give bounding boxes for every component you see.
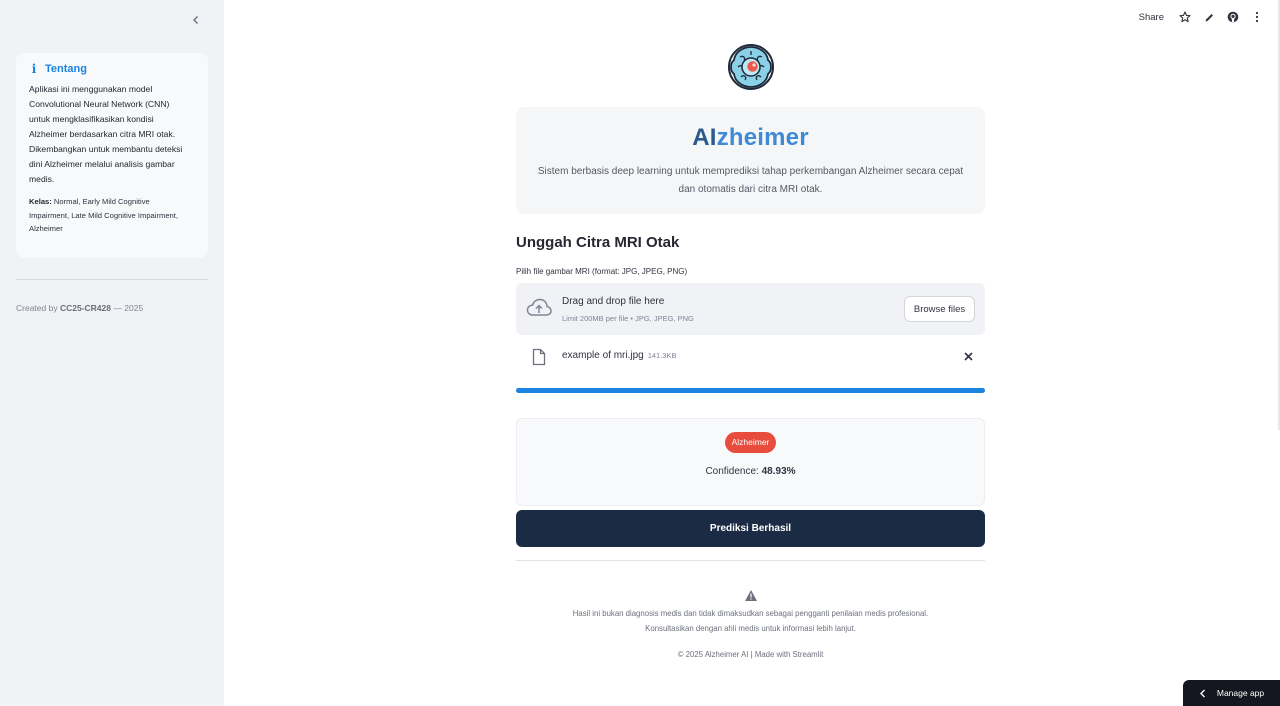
confidence-label: Confidence:	[705, 466, 759, 477]
brain-logo-icon	[728, 44, 774, 90]
sidebar-collapse-button[interactable]	[186, 10, 206, 30]
edit-button[interactable]	[1202, 10, 1216, 24]
dropzone-instruction: Drag and drop file here	[562, 296, 665, 307]
info-icon: i	[31, 62, 37, 76]
footer-divider	[516, 560, 985, 561]
info-description: Aplikasi ini menggunakan model Convoluti…	[29, 82, 195, 187]
prediction-result-card: Alzheimer Confidence: 48.93%	[516, 418, 985, 506]
edit-icon	[1205, 13, 1213, 21]
cloud-upload-icon	[526, 298, 552, 316]
more-vertical-icon	[1255, 11, 1259, 23]
remove-file-button[interactable]	[961, 349, 975, 363]
upload-progress-bar	[516, 388, 985, 393]
description-line: dan otomatis dari citra MRI otak.	[678, 183, 823, 195]
title-rest: zheimer	[716, 124, 809, 151]
sidebar: i Tentang Aplikasi ini menggunakan model…	[0, 0, 224, 706]
app-title: AIzheimer	[516, 124, 985, 152]
class-label: Kelas:	[29, 197, 52, 206]
info-line: Dikembangkan untuk membantu deteksi	[29, 144, 183, 154]
info-line: Aplikasi ini menggunakan model	[29, 84, 153, 94]
info-classes: Kelas: Normal, Early Mild Cognitive Impa…	[29, 195, 195, 236]
file-icon	[532, 348, 546, 366]
created-by-team: CC25-CR428	[59, 303, 111, 313]
medical-disclaimer: Hasil ini bukan diagnosis medis dan tida…	[516, 607, 985, 636]
prediction-badge: Alzheimer	[724, 432, 777, 453]
confidence-text: Confidence: 48.93%	[517, 466, 984, 477]
confidence-value: 48.93%	[761, 466, 796, 477]
copyright: © 2025 Alzheimer AI | Made with Streamli…	[677, 650, 824, 659]
title-ai: AI	[692, 124, 717, 151]
chevron-left-icon	[1199, 689, 1205, 697]
info-line: Convolutional Neural Network (CNN)	[29, 99, 170, 109]
more-button[interactable]	[1250, 10, 1264, 24]
app-description: Sistem berbasis deep learning untuk memp…	[531, 163, 971, 198]
dropzone-limits: Limit 200MB per file • JPG, JPEG, PNG	[562, 314, 694, 323]
about-info-box: i Tentang Aplikasi ini menggunakan model…	[16, 53, 208, 258]
info-title: i Tentang	[29, 62, 195, 76]
chevron-left-icon	[193, 16, 198, 24]
star-icon	[1179, 11, 1191, 23]
created-prefix: Created by	[16, 303, 58, 313]
github-icon	[1227, 11, 1239, 23]
sidebar-divider	[16, 279, 208, 280]
share-button[interactable]: Share	[1139, 12, 1164, 23]
class-line: Impairment, Late Mild Cognitive Impairme…	[29, 210, 178, 220]
info-line: medis.	[29, 174, 55, 184]
close-icon	[963, 351, 973, 361]
warning-icon	[745, 590, 757, 601]
predict-success-button[interactable]: Prediksi Berhasil	[516, 510, 985, 547]
class-line: Alzheimer	[29, 224, 63, 233]
github-button[interactable]	[1226, 10, 1240, 24]
info-line: dini Alzheimer melalui analisis gambar	[29, 159, 175, 169]
star-button[interactable]	[1178, 10, 1192, 24]
file-dropzone[interactable]: Drag and drop file here Limit 200MB per …	[516, 283, 985, 335]
info-line: Alzheimer berdasarkan citra MRI otak.	[29, 129, 176, 139]
disclaimer-line: Konsultasikan dengan ahli medis untuk in…	[645, 623, 856, 633]
upload-section-title: Unggah Citra MRI Otak	[516, 234, 680, 251]
file-name: example of mri.jpg	[562, 350, 644, 361]
file-info: example of mri.jpg 141.3KB	[562, 350, 676, 361]
manage-app-label: Manage app	[1216, 688, 1265, 698]
created-by: Created by CC25-CR428 — 2025	[16, 303, 143, 313]
hero-card: AIzheimer Sistem berbasis deep learning …	[516, 107, 985, 214]
manage-app-button[interactable]: Manage app	[1183, 680, 1280, 706]
file-size: 141.3KB	[647, 351, 677, 360]
uploaded-file-row: example of mri.jpg 141.3KB	[516, 344, 985, 368]
created-suffix: — 2025	[113, 303, 144, 313]
description-line: Sistem berbasis deep learning untuk memp…	[537, 166, 964, 177]
disclaimer-line: Hasil ini bukan diagnosis medis dan tida…	[572, 609, 929, 618]
info-line: untuk mengklasifikasikan kondisi	[29, 114, 154, 124]
upload-label: Pilih file gambar MRI (format: JPG, JPEG…	[516, 267, 688, 276]
header-toolbar: Share	[1139, 9, 1264, 25]
info-title-text: Tentang	[45, 63, 87, 75]
browse-files-button[interactable]: Browse files	[904, 296, 975, 322]
class-line: Normal, Early Mild Cognitive	[53, 197, 150, 206]
